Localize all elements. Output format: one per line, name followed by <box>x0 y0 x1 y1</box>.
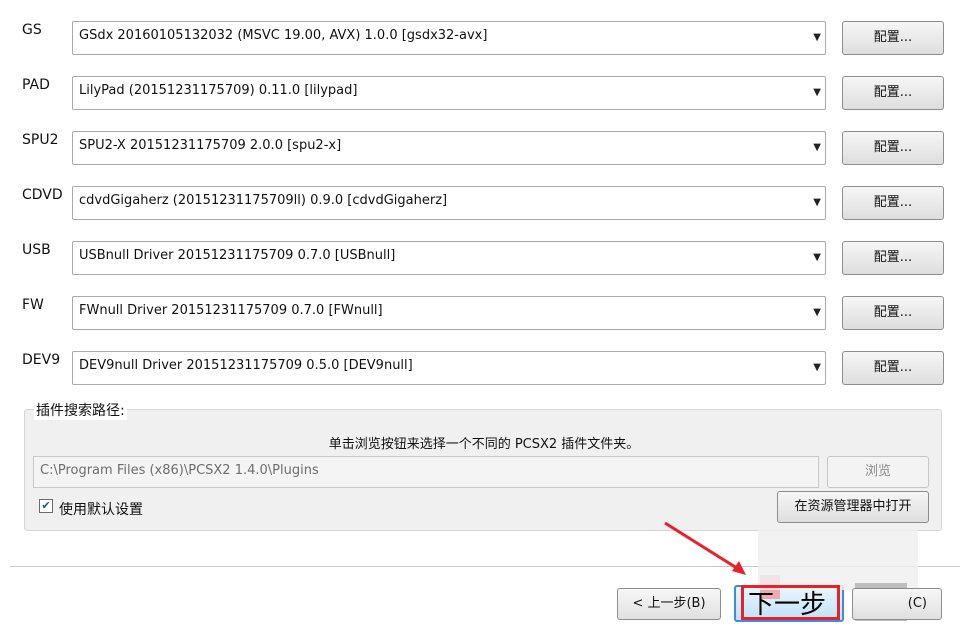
back-button[interactable]: < 上一步(B) <box>617 588 721 620</box>
dropdown-arrow-icon: ▼ <box>813 87 821 98</box>
plugin-select-dev9[interactable]: DEV9null Driver 20151231175709 0.5.0 [DE… <box>72 351 826 385</box>
configure-button-fw[interactable]: 配置... <box>842 296 944 330</box>
plugin-select-gs[interactable]: GSdx 20160105132032 (MSVC 19.00, AVX) 1.… <box>72 21 826 55</box>
plugin-label: CDVD <box>22 187 63 203</box>
plugin-label: PAD <box>22 77 50 93</box>
plugin-select-cdvd[interactable]: cdvdGigaherz (20151231175709ll) 0.9.0 [c… <box>72 186 826 220</box>
configure-button-spu2[interactable]: 配置... <box>842 131 944 165</box>
cancel-button[interactable]: (C) <box>852 588 942 620</box>
mosaic-blur <box>758 530 918 590</box>
plugin-select-fw[interactable]: FWnull Driver 20151231175709 0.7.0 [FWnu… <box>72 296 826 330</box>
plugin-row-spu2: SPU2 SPU2-X 20151231175709 2.0.0 [spu2-x… <box>0 131 971 175</box>
use-default-label[interactable]: 使用默认设置 <box>59 499 143 519</box>
plugin-select-pad[interactable]: LilyPad (20151231175709) 0.11.0 [lilypad… <box>72 76 826 110</box>
configure-button-dev9[interactable]: 配置... <box>842 351 944 385</box>
search-path-title: 插件搜索路径: <box>34 400 127 420</box>
search-path-hint: 单击浏览按钮来选择一个不同的 PCSX2 插件文件夹。 <box>328 437 640 452</box>
dropdown-arrow-icon: ▼ <box>813 142 821 153</box>
use-default-checkbox[interactable]: ✔ <box>39 499 53 513</box>
plugin-label: FW <box>22 297 44 313</box>
configure-button-gs[interactable]: 配置... <box>842 21 944 55</box>
plugin-row-dev9: DEV9 DEV9null Driver 20151231175709 0.5.… <box>0 351 971 395</box>
plugin-select-value: GSdx 20160105132032 (MSVC 19.00, AVX) 1.… <box>79 28 488 43</box>
plugin-select-usb[interactable]: USBnull Driver 20151231175709 0.7.0 [USB… <box>72 241 826 275</box>
plugin-label: DEV9 <box>22 352 61 368</box>
plugin-select-value: SPU2-X 20151231175709 2.0.0 [spu2-x] <box>79 138 342 153</box>
dropdown-arrow-icon: ▼ <box>813 307 821 318</box>
plugin-select-spu2[interactable]: SPU2-X 20151231175709 2.0.0 [spu2-x] ▼ <box>72 131 826 165</box>
open-in-explorer-button[interactable]: 在资源管理器中打开 <box>777 491 929 523</box>
plugin-row-gs: GS GSdx 20160105132032 (MSVC 19.00, AVX)… <box>0 21 971 65</box>
plugin-select-value: LilyPad (20151231175709) 0.11.0 [lilypad… <box>79 83 358 98</box>
dropdown-arrow-icon: ▼ <box>813 252 821 263</box>
plugin-label: SPU2 <box>22 132 59 148</box>
plugin-row-usb: USB USBnull Driver 20151231175709 0.7.0 … <box>0 241 971 285</box>
plugin-select-value: USBnull Driver 20151231175709 0.7.0 [USB… <box>79 248 396 263</box>
plugin-row-fw: FW FWnull Driver 20151231175709 0.7.0 [F… <box>0 296 971 340</box>
dropdown-arrow-icon: ▼ <box>813 32 821 43</box>
annotation-arrow-icon <box>664 521 746 575</box>
dropdown-arrow-icon: ▼ <box>813 362 821 373</box>
configure-button-pad[interactable]: 配置... <box>842 76 944 110</box>
plugin-select-value: FWnull Driver 20151231175709 0.7.0 [FWnu… <box>79 303 383 318</box>
plugin-row-cdvd: CDVD cdvdGigaherz (20151231175709ll) 0.9… <box>0 186 971 230</box>
plugin-label: GS <box>22 22 42 38</box>
browse-button[interactable]: 浏览 <box>827 456 929 488</box>
configure-button-cdvd[interactable]: 配置... <box>842 186 944 220</box>
plugin-search-path-group: 单击浏览按钮来选择一个不同的 PCSX2 插件文件夹。 C:\Program F… <box>24 409 942 531</box>
plugin-row-pad: PAD LilyPad (20151231175709) 0.11.0 [lil… <box>0 76 971 120</box>
dropdown-arrow-icon: ▼ <box>813 197 821 208</box>
plugin-select-value: DEV9null Driver 20151231175709 0.5.0 [DE… <box>79 358 413 373</box>
plugin-path-value: C:\Program Files (x86)\PCSX2 1.4.0\Plugi… <box>40 463 319 478</box>
plugin-label: USB <box>22 242 51 258</box>
configure-button-usb[interactable]: 配置... <box>842 241 944 275</box>
plugin-path-field[interactable]: C:\Program Files (x86)\PCSX2 1.4.0\Plugi… <box>33 456 819 488</box>
next-button-label: 下一步 <box>748 590 827 620</box>
plugin-select-value: cdvdGigaherz (20151231175709ll) 0.9.0 [c… <box>79 193 448 208</box>
